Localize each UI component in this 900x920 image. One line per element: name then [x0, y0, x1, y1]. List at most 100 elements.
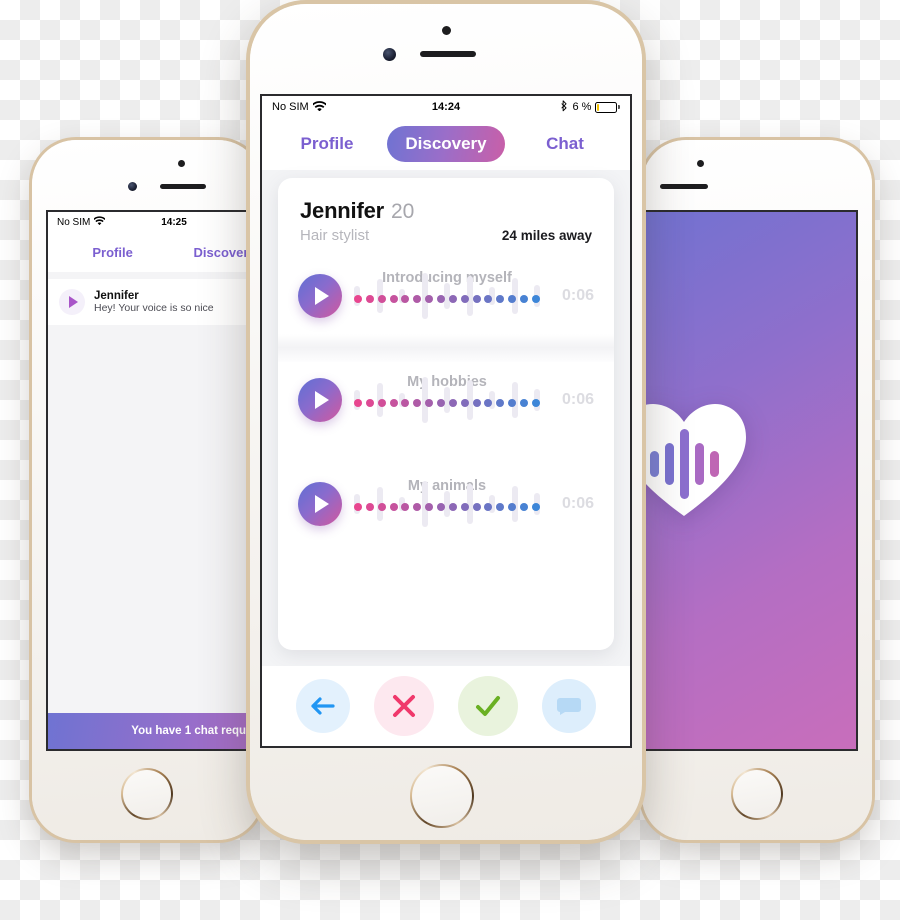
- waveform-dot: [531, 399, 540, 407]
- chat-request-banner[interactable]: You have 1 chat request: [48, 713, 262, 749]
- chat-preview-text: Hey! Your voice is so nice: [94, 302, 214, 314]
- play-icon[interactable]: [298, 482, 342, 526]
- chat-request-banner-label: You have 1 chat request: [131, 725, 262, 737]
- row-spacer: [278, 438, 614, 466]
- waveform-dot: [484, 503, 493, 511]
- audio-clip-row[interactable]: My animals 0:06: [278, 466, 614, 542]
- earpiece-speaker: [160, 184, 206, 189]
- chat-sender-name: Jennifer: [94, 290, 139, 302]
- chat-button[interactable]: [542, 679, 596, 733]
- waveform-dot: [354, 503, 362, 511]
- proximity-sensor-icon: [178, 160, 185, 167]
- left-phone-device: No SIM 14:25 Profile Discovery Jennifer …: [32, 140, 262, 840]
- waveform-dot: [472, 503, 481, 511]
- waveform-dot: [401, 503, 410, 511]
- proximity-sensor-icon: [697, 160, 704, 167]
- waveform-dots: [354, 399, 540, 407]
- right-phone-device: [642, 140, 872, 840]
- list-item[interactable]: Jennifer Hey! Your voice is so nice: [48, 279, 262, 325]
- profile-occupation: Hair stylist: [300, 227, 370, 244]
- left-status-bar: No SIM 14:25: [48, 212, 262, 232]
- waveform-dot: [472, 399, 481, 407]
- center-tab-bar: Profile Discovery Chat: [262, 118, 630, 170]
- like-button[interactable]: [458, 676, 518, 736]
- earpiece-speaker: [660, 184, 708, 189]
- back-button[interactable]: [296, 679, 350, 733]
- waveform-dot: [425, 399, 434, 407]
- audio-duration: 0:06: [561, 287, 594, 304]
- audio-clip-row[interactable]: My hobbies 0:06: [278, 362, 614, 438]
- waveform-dot: [448, 295, 457, 303]
- waveform-dot: [401, 399, 410, 407]
- tab-discovery[interactable]: Discovery: [194, 245, 256, 260]
- audio-duration: 0:06: [561, 495, 594, 512]
- center-phone-screen: No SIM 14:24 6 % Profile Discovery Chat …: [262, 96, 630, 746]
- waveform-dot: [401, 295, 410, 303]
- audio-duration: 0:06: [561, 391, 594, 408]
- profile-name: Jennifer: [300, 198, 384, 223]
- center-phone-device: No SIM 14:24 6 % Profile Discovery Chat …: [250, 4, 642, 840]
- tab-profile[interactable]: Profile: [281, 134, 373, 154]
- row-divider: [278, 334, 614, 362]
- tab-profile[interactable]: Profile: [92, 245, 132, 260]
- waveform-dot: [413, 295, 422, 303]
- waveform-dot: [389, 295, 398, 303]
- waveform-dot: [496, 503, 505, 511]
- play-icon[interactable]: [298, 378, 342, 422]
- waveform-dot: [354, 295, 362, 303]
- waveform-dot: [531, 503, 540, 511]
- waveform-dot: [448, 503, 457, 511]
- play-icon[interactable]: [59, 289, 85, 315]
- waveform-dot: [520, 399, 529, 407]
- waveform-dot: [437, 503, 446, 511]
- waveform-dot: [365, 295, 374, 303]
- home-button[interactable]: [121, 768, 173, 820]
- waveform-dot: [460, 399, 469, 407]
- tab-chat[interactable]: Chat: [519, 134, 611, 154]
- profile-card: Jennifer 20 Hair stylist 24 miles away I…: [278, 178, 614, 650]
- home-button[interactable]: [731, 768, 783, 820]
- audio-clip-row[interactable]: Introducing myself 0:06: [278, 258, 614, 334]
- waveform-dot: [460, 503, 469, 511]
- front-camera-icon: [383, 48, 396, 61]
- waveform-dot: [448, 399, 457, 407]
- cross-icon: [393, 695, 415, 717]
- waveform[interactable]: Introducing myself: [354, 270, 540, 322]
- center-status-bar: No SIM 14:24 6 %: [262, 96, 630, 118]
- home-button[interactable]: [410, 764, 474, 828]
- nope-button[interactable]: [374, 676, 434, 736]
- check-icon: [476, 696, 500, 716]
- waveform-dot: [425, 295, 434, 303]
- tab-discovery[interactable]: Discovery: [387, 126, 505, 162]
- waveform[interactable]: My hobbies: [354, 374, 540, 426]
- battery-icon: [595, 101, 620, 113]
- waveform-dot: [413, 399, 422, 407]
- waveform-dot: [365, 399, 374, 407]
- chat-bubble-icon: [557, 698, 581, 715]
- waveform-dot: [520, 503, 529, 511]
- profile-card-header: Jennifer 20 Hair stylist 24 miles away: [278, 178, 614, 258]
- heart-waveform-logo: [642, 402, 748, 520]
- earpiece-speaker: [420, 51, 476, 57]
- waveform-dot: [508, 295, 517, 303]
- proximity-sensor-icon: [442, 26, 451, 35]
- left-chat-list: Jennifer Hey! Your voice is so nice: [48, 272, 262, 749]
- waveform-dot: [496, 295, 505, 303]
- waveform[interactable]: My animals: [354, 478, 540, 530]
- waveform-dot: [484, 295, 493, 303]
- left-tab-bar: Profile Discovery: [48, 232, 262, 272]
- play-triangle-icon: [68, 296, 78, 308]
- waveform-dot: [413, 503, 422, 511]
- play-triangle-icon: [314, 287, 329, 305]
- waveform-dot: [377, 503, 386, 511]
- play-triangle-icon: [314, 495, 329, 513]
- left-phone-screen: No SIM 14:25 Profile Discovery Jennifer …: [48, 212, 262, 749]
- clock-label: 14:24: [431, 101, 461, 113]
- front-camera-icon: [128, 182, 137, 191]
- waveform-dot: [425, 503, 434, 511]
- waveform-dot: [520, 295, 529, 303]
- battery-fill: [597, 103, 600, 111]
- play-icon[interactable]: [298, 274, 342, 318]
- waveform-dot: [365, 503, 374, 511]
- waveform-dot: [437, 399, 446, 407]
